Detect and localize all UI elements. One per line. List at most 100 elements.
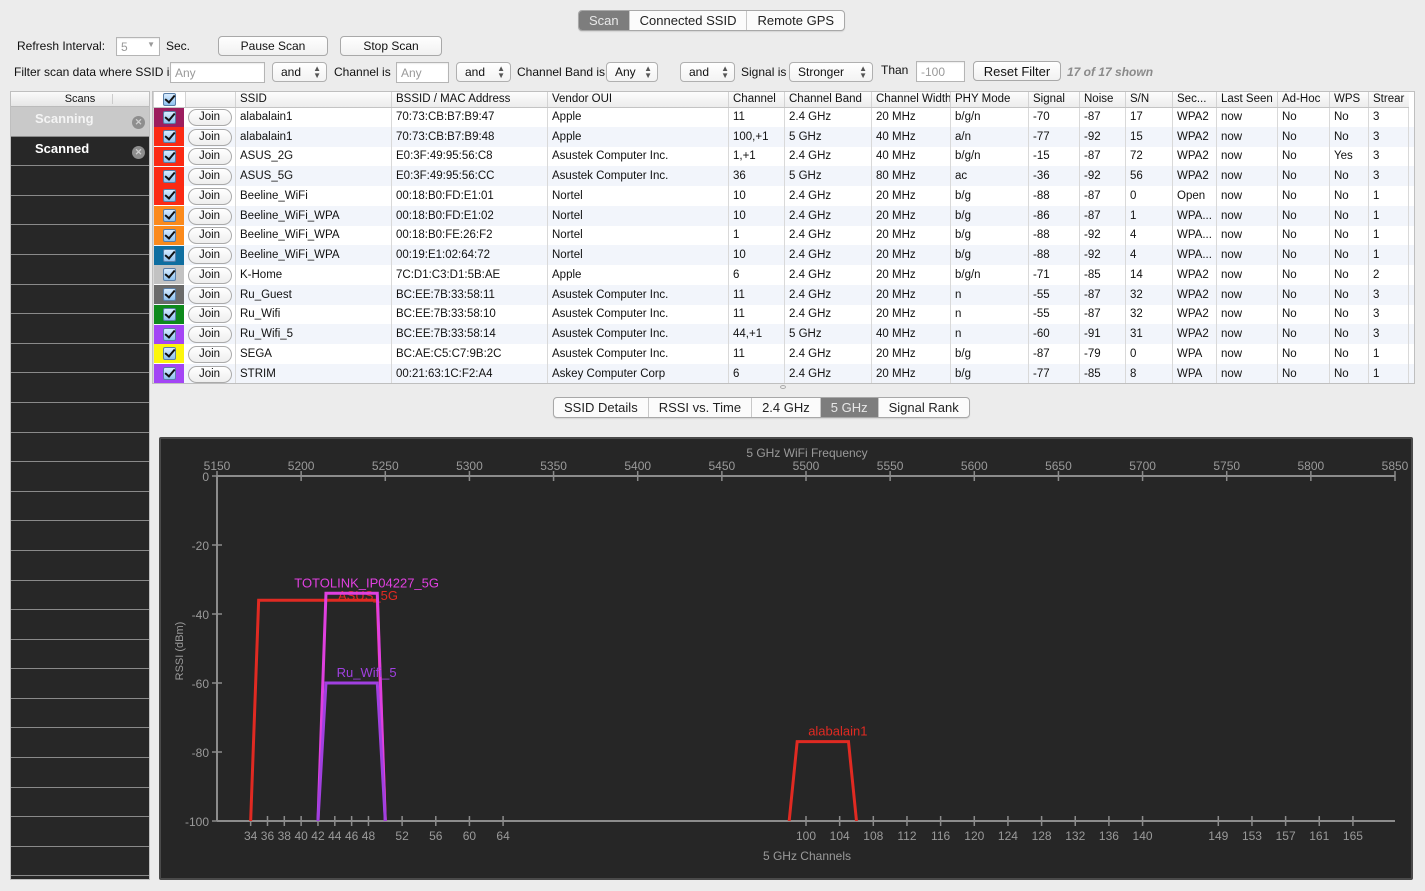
- and-select-3[interactable]: and ▲ ▼: [680, 62, 735, 82]
- table-row[interactable]: Join STRIM 00:21:63:1C:F2:A4 Askey Computer…: [153, 363, 1414, 383]
- tab-ssid-details[interactable]: SSID Details: [554, 398, 648, 417]
- join-button[interactable]: Join: [187, 227, 232, 245]
- column-header-noise[interactable]: Noise: [1079, 92, 1126, 108]
- column-header-wps[interactable]: WPS: [1329, 92, 1369, 108]
- table-row[interactable]: Join SEGA BC:AE:C5:C7:9B:2C Asustek Compute…: [153, 344, 1414, 364]
- row-checkbox[interactable]: [162, 347, 176, 361]
- table-row[interactable]: Join Ru_Wifi_5 BC:EE:7B:33:58:14 Asustek Co…: [153, 324, 1414, 344]
- table-row[interactable]: Join alabalain1 70:73:CB:B7:B9:48 Apple 100,…: [153, 126, 1414, 147]
- table-row[interactable]: Join Beeline_WiFi_WPA 00:18:B0:FD:E1:02 Nor…: [153, 205, 1414, 226]
- column-header-streams[interactable]: Strear: [1368, 92, 1409, 108]
- close-icon[interactable]: ✕: [132, 145, 145, 159]
- tab-signal-rank[interactable]: Signal Rank: [877, 398, 969, 417]
- join-button[interactable]: Join: [187, 109, 232, 127]
- table-cell: E0:3F:49:95:56:CC: [391, 166, 548, 186]
- row-checkbox[interactable]: [162, 209, 176, 223]
- column-header-last-seen[interactable]: Last Seen: [1216, 92, 1278, 108]
- tab-2-4-ghz[interactable]: 2.4 GHz: [751, 398, 820, 417]
- table-row[interactable]: Join Ru_Guest BC:EE:7B:33:58:11 Asustek Com…: [153, 284, 1414, 305]
- column-header-ssid[interactable]: SSID: [235, 92, 392, 108]
- table-cell: 11: [728, 344, 785, 364]
- join-button[interactable]: Join: [187, 365, 232, 383]
- row-checkbox[interactable]: [162, 189, 176, 203]
- row-checkbox[interactable]: [162, 169, 176, 183]
- join-button[interactable]: Join: [187, 266, 232, 284]
- and-select-2[interactable]: and ▲ ▼: [456, 62, 511, 82]
- and-select-2-value: and: [465, 65, 486, 79]
- table-cell: 20 MHz: [871, 205, 951, 226]
- filter-ssid-input[interactable]: Any: [170, 62, 265, 83]
- join-button[interactable]: Join: [187, 326, 232, 344]
- table-cell: 20 MHz: [871, 304, 951, 325]
- join-button[interactable]: Join: [187, 345, 232, 363]
- table-row[interactable]: Join Beeline_WiFi_WPA 00:19:E1:02:64:72 Nor…: [153, 245, 1414, 265]
- row-checkbox[interactable]: [162, 228, 176, 242]
- reset-filter-button[interactable]: Reset Filter: [973, 61, 1061, 81]
- row-checkbox[interactable]: [162, 149, 176, 163]
- than-input[interactable]: -100: [916, 61, 965, 82]
- and-select-1-value: and: [281, 65, 302, 79]
- column-header-bssid[interactable]: BSSID / MAC Address: [391, 92, 548, 108]
- table-cell: No: [1329, 363, 1369, 383]
- tab-scan[interactable]: Scan: [579, 11, 629, 30]
- join-button[interactable]: Join: [187, 286, 232, 304]
- tab-rssi-vs-time[interactable]: RSSI vs. Time: [647, 398, 751, 417]
- tab-5-ghz[interactable]: 5 GHz: [819, 398, 878, 417]
- sidebar-item-scanning[interactable]: Scanning ✕: [11, 107, 149, 137]
- than-label: Than: [881, 63, 909, 77]
- sidebar-item-scanned[interactable]: Scanned ✕: [11, 137, 149, 167]
- column-header-channel-band[interactable]: Channel Band: [784, 92, 872, 108]
- close-icon[interactable]: ✕: [132, 116, 145, 129]
- column-header-security[interactable]: Sec...: [1172, 92, 1217, 108]
- column-header-channel-width[interactable]: Channel Width: [871, 92, 951, 108]
- table-cell: No: [1277, 107, 1330, 127]
- row-checkbox[interactable]: [162, 367, 176, 381]
- channel-input[interactable]: Any: [396, 62, 449, 83]
- column-header-phy-mode[interactable]: PHY Mode: [950, 92, 1029, 108]
- table-cell: alabalain1: [235, 126, 392, 147]
- table-row[interactable]: Join Beeline_WiFi 00:18:B0:FD:E1:01 Nortel 1…: [153, 186, 1414, 206]
- join-button[interactable]: Join: [187, 128, 232, 146]
- y-tick-label: 0: [202, 470, 209, 484]
- row-checkbox[interactable]: [162, 248, 176, 262]
- and-select-1[interactable]: and ▲ ▼: [272, 62, 327, 82]
- signal-select[interactable]: Stronger ▲ ▼: [789, 62, 873, 82]
- join-button[interactable]: Join: [187, 247, 232, 265]
- column-header-signal[interactable]: Signal: [1028, 92, 1080, 108]
- row-checkbox[interactable]: [162, 268, 176, 282]
- table-cell: No: [1329, 324, 1369, 344]
- row-checkbox[interactable]: [162, 288, 176, 302]
- channel-band-select[interactable]: Any ▲ ▼: [606, 62, 658, 82]
- sidebar-empty-row: [11, 492, 149, 522]
- column-header-vendor[interactable]: Vendor OUI: [547, 92, 729, 108]
- column-header-channel[interactable]: Channel: [728, 92, 785, 108]
- tab-connected-ssid[interactable]: Connected SSID: [628, 11, 747, 30]
- row-checkbox[interactable]: [162, 327, 176, 341]
- color-swatch: [154, 344, 184, 364]
- row-checkbox[interactable]: [162, 130, 176, 144]
- join-button[interactable]: Join: [187, 187, 232, 205]
- splitter-handle[interactable]: [780, 385, 786, 389]
- column-header-snr[interactable]: S/N: [1125, 92, 1173, 108]
- join-button[interactable]: Join: [187, 148, 232, 166]
- join-button[interactable]: Join: [187, 306, 232, 324]
- select-all-checkbox[interactable]: [162, 92, 176, 106]
- column-header-adhoc[interactable]: Ad-Hoc: [1277, 92, 1330, 108]
- table-row[interactable]: Join alabalain1 70:73:CB:B7:B9:47 Apple 11 2.…: [153, 107, 1414, 127]
- table-cell: 3: [1368, 107, 1409, 127]
- join-button[interactable]: Join: [187, 168, 232, 186]
- row-checkbox[interactable]: [162, 307, 176, 321]
- tab-remote-gps[interactable]: Remote GPS: [746, 11, 844, 30]
- table-row[interactable]: Join ASUS_5G E0:3F:49:95:56:CC Asustek Comp…: [153, 166, 1414, 186]
- row-checkbox[interactable]: [162, 110, 176, 124]
- table-cell: No: [1277, 166, 1330, 186]
- join-button[interactable]: Join: [187, 207, 232, 225]
- table-row[interactable]: Join Beeline_WiFi_WPA 00:18:B0:FE:26:F2 Nor…: [153, 225, 1414, 246]
- table-row[interactable]: Join K-Home 7C:D1:C3:D1:5B:AE Apple 6 2.4 GHz…: [153, 265, 1414, 285]
- stop-scan-button[interactable]: Stop Scan: [340, 36, 442, 56]
- pause-scan-button[interactable]: Pause Scan: [218, 36, 328, 56]
- table-cell: BC:EE:7B:33:58:11: [391, 284, 548, 305]
- table-row[interactable]: Join ASUS_2G E0:3F:49:95:56:C8 Asustek Comp…: [153, 146, 1414, 167]
- table-row[interactable]: Join Ru_Wifi BC:EE:7B:33:58:10 Asustek Comp…: [153, 304, 1414, 325]
- refresh-interval-select[interactable]: 5 ▼: [116, 37, 160, 56]
